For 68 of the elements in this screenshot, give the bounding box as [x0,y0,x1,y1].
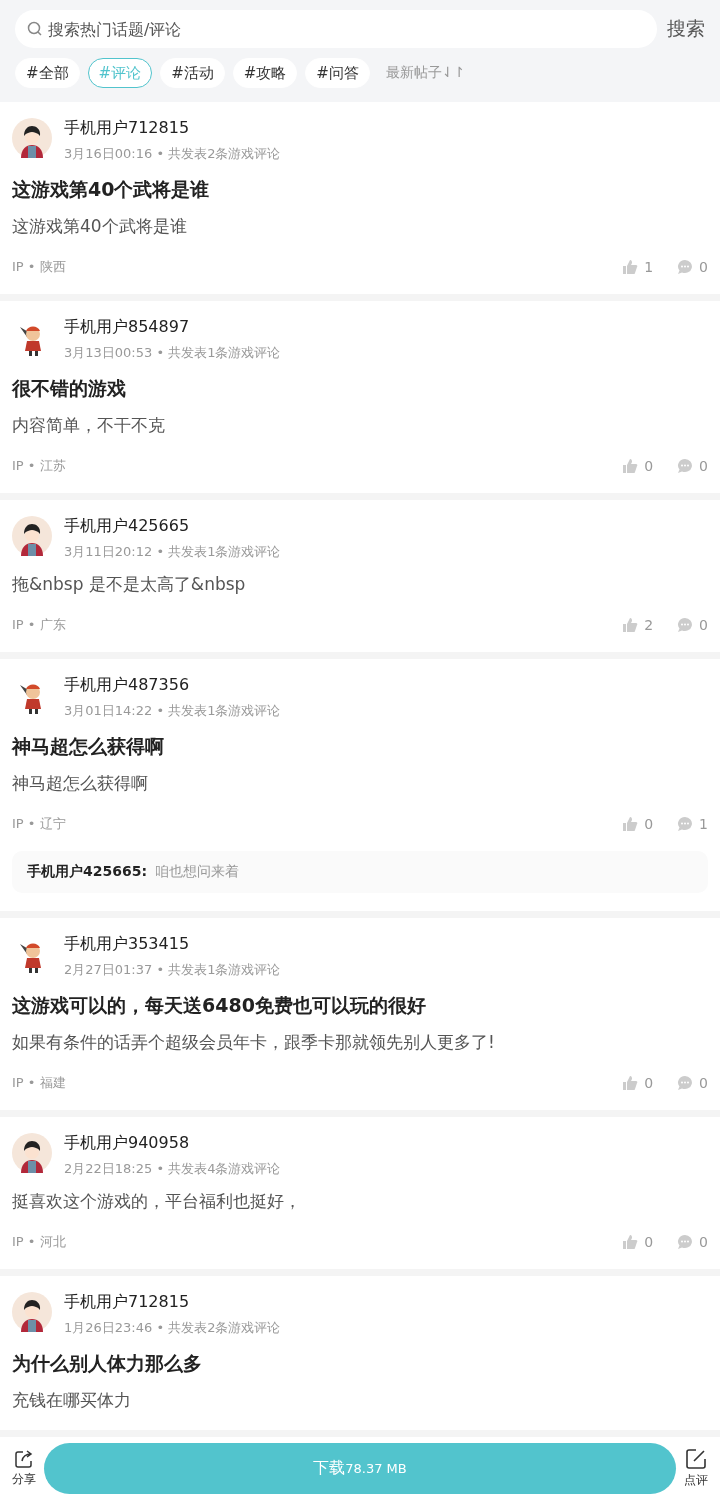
user-name: 手机用户712815 [64,1292,191,1313]
post-title: 这游戏第40个武将是谁 [12,177,211,202]
share-icon [14,1449,34,1469]
like-count: 1 [644,259,654,275]
comment-icon[interactable] [677,1075,694,1091]
ip-location: IP • 河北 [12,1233,67,1251]
like-count: 0 [644,816,654,832]
ip-location: IP • 广东 [12,616,67,634]
review-button[interactable]: 点评 [684,1448,708,1489]
post-body: 充钱在哪买体力 [12,1389,132,1412]
ip-location: IP • 江苏 [12,457,67,475]
post-body: 拖&nbsp 是不是太高了&nbsp [12,573,247,596]
thumbs-up-icon[interactable] [622,617,639,633]
user-name: 手机用户712815 [64,118,191,139]
post-body: 这游戏第40个武将是谁 [12,215,188,238]
post-title: 很不错的游戏 [12,376,127,401]
comment-icon[interactable] [677,617,694,633]
user-name: 手机用户425665 [64,516,191,537]
filter-tab[interactable]: #全部 [15,58,80,88]
comment-count: 0 [699,458,708,474]
thumbs-up-icon[interactable] [622,458,639,474]
post-meta: 3月13日00:53 • 共发表1条游戏评论 [64,344,281,362]
post-title: 为什么别人体力那么多 [12,1351,203,1376]
post-meta: 3月11日20:12 • 共发表1条游戏评论 [64,543,281,561]
post-meta: 1月26日23:46 • 共发表2条游戏评论 [64,1319,281,1337]
user-name: 手机用户487356 [64,675,191,696]
post-meta: 3月16日00:16 • 共发表2条游戏评论 [64,145,281,163]
post-title: 这游戏可以的，每天送6480免费也可以玩的很好 [12,993,427,1018]
ip-location: IP • 陕西 [12,258,67,276]
comment-icon[interactable] [677,458,694,474]
post-title: 神马超怎么获得啊 [12,734,165,759]
search-icon [27,21,43,37]
like-count: 0 [644,1234,654,1250]
post-body: 内容简单，不干不克 [12,414,166,437]
comment-count: 0 [699,1075,708,1091]
user-name: 手机用户854897 [64,317,191,338]
search-button[interactable]: 搜索 [667,16,705,42]
like-count: 0 [644,1075,654,1091]
thumbs-up-icon[interactable] [622,259,639,275]
post-meta: 2月22日18:25 • 共发表4条游戏评论 [64,1160,281,1178]
thumbs-up-icon[interactable] [622,816,639,832]
comment-icon[interactable] [677,816,694,832]
user-name: 手机用户940958 [64,1133,191,1154]
filter-tab[interactable]: #活动 [160,58,225,88]
reply-preview: 手机用户425665: 咱也想问来着 [12,851,708,893]
post-meta: 2月27日01:37 • 共发表1条游戏评论 [64,961,281,979]
post-body: 如果有条件的话弄个超级会员年卡，跟季卡那就领先别人更多了! [12,1031,496,1054]
ip-location: IP • 福建 [12,1074,67,1092]
comment-count: 0 [699,259,708,275]
thumbs-up-icon[interactable] [622,1075,639,1091]
post-meta: 3月01日14:22 • 共发表1条游戏评论 [64,702,281,720]
comment-icon[interactable] [677,1234,694,1250]
search-field[interactable]: 搜索热门话题/评论 [15,10,657,48]
comment-count: 1 [699,816,708,832]
filter-tab[interactable]: #问答 [305,58,370,88]
post-body: 挺喜欢这个游戏的，平台福利也挺好， [12,1190,302,1213]
comment-icon[interactable] [677,259,694,275]
share-button[interactable]: 分享 [12,1449,36,1488]
thumbs-up-icon[interactable] [622,1234,639,1250]
user-name: 手机用户353415 [64,934,191,955]
filter-tab[interactable]: #攻略 [232,58,298,88]
ip-location: IP • 辽宁 [12,815,67,833]
like-count: 0 [644,458,654,474]
post-body: 神马超怎么获得啊 [12,772,149,795]
comment-count: 0 [699,617,708,633]
edit-icon [685,1448,707,1470]
comment-count: 0 [699,1234,708,1250]
like-count: 2 [644,617,654,633]
